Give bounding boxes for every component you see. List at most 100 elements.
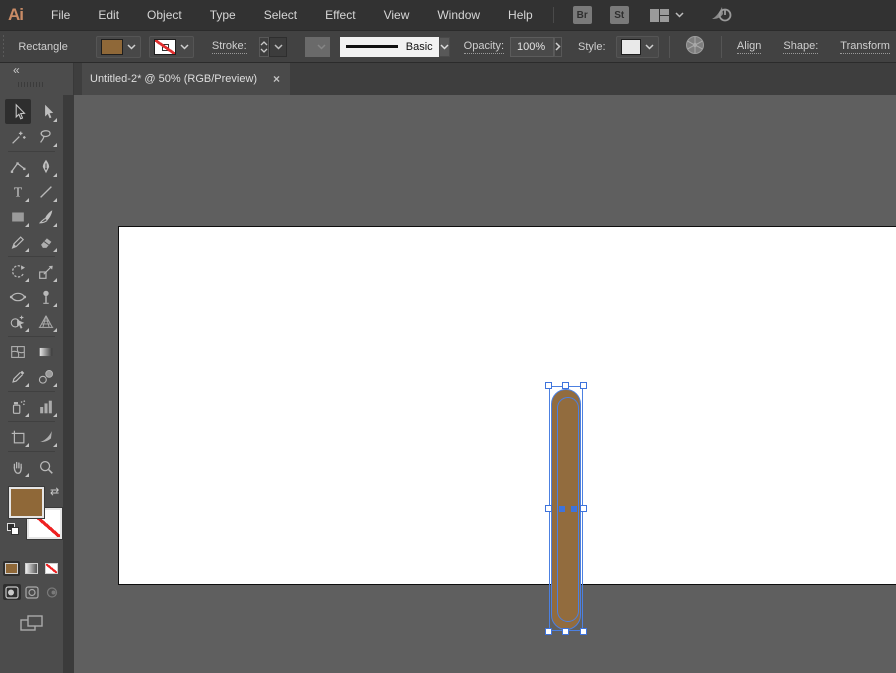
handle-top-right[interactable]	[580, 382, 587, 389]
menu-window[interactable]: Window	[423, 0, 494, 30]
curvature-tool[interactable]	[5, 154, 31, 179]
perspective-grid-tool[interactable]	[33, 309, 59, 334]
panel-grip-dots[interactable]	[18, 82, 44, 87]
draw-normal-button[interactable]	[3, 584, 21, 600]
puppet-warp-tool[interactable]	[33, 284, 59, 309]
drawing-mode-buttons	[0, 584, 63, 600]
stroke-weight-stepper[interactable]	[259, 37, 269, 57]
direct-selection-tool[interactable]	[33, 99, 59, 124]
gradient-tool[interactable]	[33, 339, 59, 364]
menu-bar: Ai File Edit Object Type Select Effect V…	[0, 0, 896, 30]
lasso-tool[interactable]	[33, 124, 59, 149]
rotate-tool[interactable]	[5, 259, 31, 284]
change-screen-mode-button[interactable]	[0, 614, 63, 634]
none-button[interactable]	[43, 561, 60, 576]
handle-top-left[interactable]	[545, 382, 552, 389]
transform-panel-link[interactable]: Transform	[840, 40, 890, 54]
magic-wand-tool[interactable]	[5, 124, 31, 149]
brush-stroke-preview	[346, 45, 398, 48]
fill-proxy-swatch[interactable]	[9, 487, 44, 518]
gpu-performance-icon[interactable]	[710, 5, 732, 26]
type-tool[interactable]: T	[5, 179, 31, 204]
toolbar-divider	[8, 421, 55, 422]
menu-help[interactable]: Help	[494, 0, 547, 30]
align-panel-link[interactable]: Align	[737, 40, 761, 54]
tab-close-icon[interactable]: ×	[271, 72, 282, 86]
center-anchor-point[interactable]	[559, 506, 565, 512]
menu-type[interactable]: Type	[196, 0, 250, 30]
menu-select[interactable]: Select	[250, 0, 311, 30]
menu-edit[interactable]: Edit	[84, 0, 133, 30]
bridge-button[interactable]: Br	[573, 6, 592, 24]
pencil-tool[interactable]	[5, 229, 31, 254]
type-icon: T	[9, 183, 27, 201]
variable-width-profile-dropdown	[305, 37, 330, 57]
draw-behind-button[interactable]	[23, 584, 41, 600]
artboard[interactable]	[118, 226, 896, 585]
handle-mid-right[interactable]	[580, 505, 587, 512]
menu-effect[interactable]: Effect	[311, 0, 369, 30]
hand-icon	[9, 458, 27, 476]
mesh-tool[interactable]	[5, 339, 31, 364]
symbol-sprayer-tool[interactable]	[5, 394, 31, 419]
menu-view[interactable]: View	[370, 0, 424, 30]
zoom-tool[interactable]	[33, 454, 59, 479]
handle-top-center[interactable]	[562, 382, 569, 389]
opacity-field[interactable]: 100%	[510, 37, 554, 57]
chevron-down-icon	[675, 12, 684, 18]
handle-bottom-left[interactable]	[545, 628, 552, 635]
collapse-panel-button[interactable]: «	[13, 63, 19, 77]
mesh-icon	[9, 343, 27, 361]
fill-color-dropdown[interactable]	[96, 36, 141, 58]
paintbrush-tool[interactable]	[33, 204, 59, 229]
eraser-tool[interactable]	[33, 229, 59, 254]
paint-style-buttons	[0, 561, 63, 576]
center-anchor-point[interactable]	[571, 506, 577, 512]
handle-bottom-right[interactable]	[580, 628, 587, 635]
stroke-weight-combo[interactable]	[269, 37, 288, 57]
brush-definition-combo[interactable]: Basic	[340, 37, 439, 57]
line-segment-tool[interactable]	[33, 179, 59, 204]
default-fill-stroke-icon[interactable]	[7, 523, 19, 535]
screen-mode-icon	[19, 614, 45, 634]
selection-tool[interactable]	[5, 99, 31, 124]
column-graph-tool[interactable]	[33, 394, 59, 419]
document-tab-strip: « Untitled-2* @ 50% (RGB/Preview) ×	[0, 63, 896, 95]
opacity-presets-arrow[interactable]	[554, 37, 562, 57]
recolor-artwork-icon[interactable]	[685, 35, 705, 58]
rectangle-tool[interactable]	[5, 204, 31, 229]
slice-tool[interactable]	[33, 424, 59, 449]
scale-tool[interactable]	[33, 259, 59, 284]
width-tool[interactable]	[5, 284, 31, 309]
brush-definition-chevron[interactable]	[439, 37, 450, 57]
artboard-icon	[9, 428, 27, 446]
stock-button[interactable]: St	[610, 6, 629, 24]
artboard-tool[interactable]	[5, 424, 31, 449]
svg-text:T: T	[13, 184, 22, 199]
handle-bottom-center[interactable]	[562, 628, 569, 635]
color-button[interactable]	[3, 561, 20, 576]
selected-shape-group[interactable]	[549, 386, 583, 631]
stroke-panel-link[interactable]: Stroke:	[212, 40, 247, 54]
draw-inside-button[interactable]	[43, 584, 61, 600]
gradient-button[interactable]	[23, 561, 40, 576]
opacity-link[interactable]: Opacity:	[464, 40, 504, 54]
stroke-color-dropdown[interactable]	[149, 36, 194, 58]
eyedropper-tool[interactable]	[5, 364, 31, 389]
style-dropdown[interactable]	[616, 36, 659, 58]
pen-tool[interactable]	[33, 154, 59, 179]
shape-builder-tool[interactable]	[5, 309, 31, 334]
controlbar-grip[interactable]	[3, 35, 4, 59]
menu-object[interactable]: Object	[133, 0, 196, 30]
workspace-switcher[interactable]	[650, 9, 684, 22]
canvas-pasteboard[interactable]	[74, 95, 896, 673]
hand-tool[interactable]	[5, 454, 31, 479]
shape-panel-link[interactable]: Shape:	[783, 40, 818, 54]
blend-tool[interactable]	[33, 364, 59, 389]
swap-fill-stroke-icon[interactable]: ⇄	[50, 485, 59, 498]
handle-mid-left[interactable]	[545, 505, 552, 512]
menu-file[interactable]: File	[37, 0, 84, 30]
document-tab[interactable]: Untitled-2* @ 50% (RGB/Preview) ×	[82, 63, 290, 95]
perspective-grid-icon	[37, 313, 55, 331]
stroke-swatch-none	[154, 39, 176, 55]
